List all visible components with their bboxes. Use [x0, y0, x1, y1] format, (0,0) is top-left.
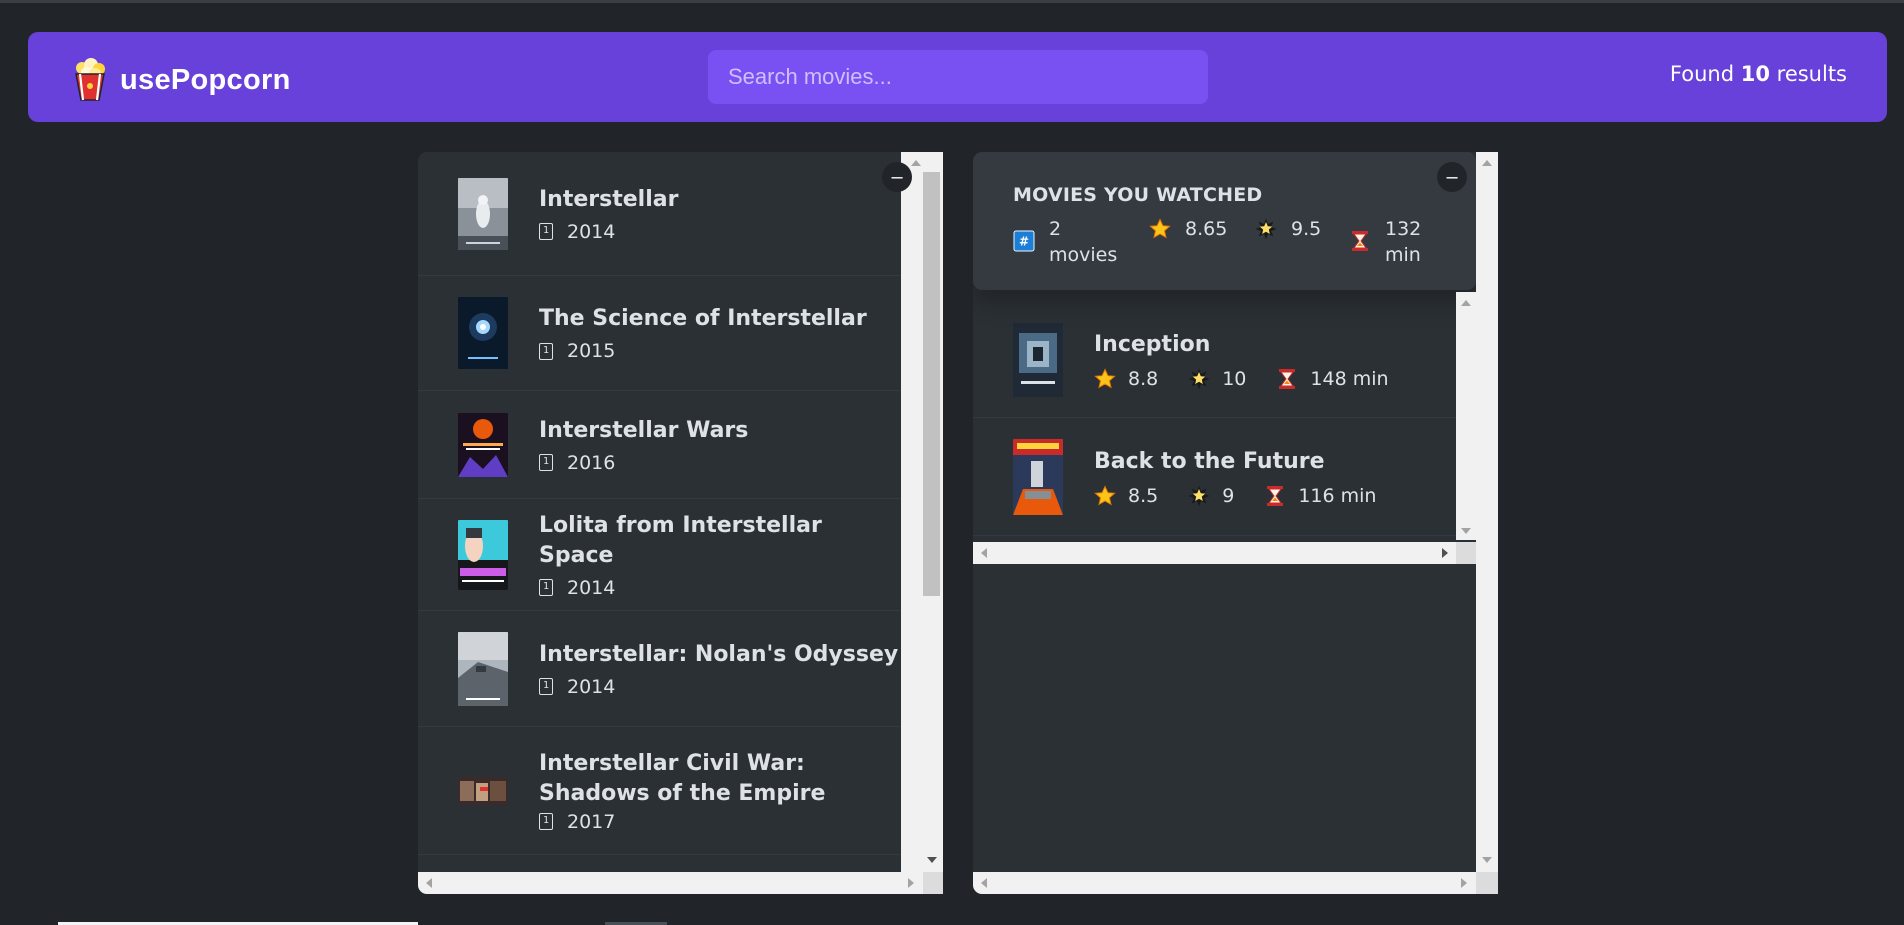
results-number: 10: [1740, 62, 1770, 86]
list-item[interactable]: Interstellar Wars 1 2016: [418, 391, 901, 499]
watched-box: – MOVIES YOU WATCHED # 2 movies 8.65 9.5: [973, 152, 1498, 894]
window-top-border: [0, 0, 1904, 3]
hash-icon: #: [1013, 230, 1035, 252]
watched-list-vertical-scrollbar[interactable]: [1456, 292, 1476, 540]
collapse-watched-button[interactable]: –: [1437, 162, 1467, 192]
hourglass-icon: [1352, 231, 1368, 251]
movie-title: Interstellar Civil War: Shadows of the E…: [539, 750, 826, 806]
list-item[interactable]: Lolita from Interstellar Space 1 2014: [418, 499, 901, 611]
list-item[interactable]: Interstellar: Nolan's Odyssey 1 2014: [418, 611, 901, 727]
scroll-up-arrow[interactable]: [911, 160, 921, 166]
scroll-left-arrow[interactable]: [981, 878, 987, 888]
movie-poster: [458, 412, 508, 477]
star-icon: [1149, 218, 1171, 239]
scrollbar-thumb[interactable]: [923, 172, 940, 596]
movie-title: The Science of Interstellar: [539, 306, 867, 331]
glowing-star-icon: [1188, 485, 1210, 506]
scroll-down-arrow[interactable]: [1461, 528, 1471, 534]
list-item[interactable]: The Science of Interstellar 1 2015: [418, 276, 901, 391]
movie-poster: [458, 177, 508, 250]
summary-user-rating: 9.5: [1255, 216, 1321, 242]
scroll-up-arrow[interactable]: [1482, 160, 1492, 166]
summary-num-movies: # 2 movies: [1013, 216, 1123, 268]
movie-year: 2014: [567, 220, 616, 243]
star-icon: [1094, 367, 1116, 388]
movie-year: 2017: [567, 810, 616, 833]
watched-box-horizontal-scrollbar[interactable]: [973, 872, 1476, 894]
calendar-icon: 1: [539, 678, 553, 695]
movie-poster: [458, 297, 508, 369]
scroll-right-arrow[interactable]: [1442, 548, 1448, 558]
navbar: usePopcorn Found 10 results: [28, 32, 1887, 122]
scroll-right-arrow[interactable]: [1461, 878, 1467, 888]
movie-title: Back to the Future: [1094, 448, 1325, 474]
movie-poster: [458, 519, 508, 590]
movie-title: Inception: [1094, 331, 1211, 357]
list-item[interactable]: Back to the Future 8.5 9 116 min: [973, 418, 1456, 536]
list-item[interactable]: Interstellar Civil War: Shadows of the E…: [418, 727, 901, 855]
imdb-rating: 8.5: [1094, 485, 1158, 507]
runtime: 148 min: [1276, 368, 1389, 390]
movie-title: Interstellar Wars: [539, 417, 749, 443]
summary-runtime: 132 min: [1349, 216, 1429, 268]
user-rating: 9: [1188, 485, 1234, 507]
search-results-box: – Interstellar 1 2014 The Science of Int…: [418, 152, 943, 894]
movie-year: 2014: [567, 675, 616, 698]
user-rating: 10: [1188, 368, 1246, 390]
movie-title: Interstellar: [539, 186, 679, 212]
results-vertical-scrollbar[interactable]: [901, 152, 943, 872]
movie-poster: [1013, 322, 1063, 397]
app-name: usePopcorn: [120, 63, 291, 96]
search-input[interactable]: [708, 50, 1208, 104]
glowing-star-icon: [1188, 368, 1210, 389]
watched-summary: MOVIES YOU WATCHED # 2 movies 8.65 9.5 1…: [973, 152, 1476, 290]
hourglass-icon: [1279, 368, 1296, 389]
scrollbar-corner: [1476, 872, 1498, 894]
results-horizontal-scrollbar[interactable]: [418, 872, 923, 894]
calendar-icon: 1: [539, 813, 553, 830]
watched-list-horizontal-scrollbar[interactable]: [973, 542, 1456, 564]
results-count: Found 10 results: [1670, 62, 1847, 86]
popcorn-icon: [75, 58, 105, 101]
scroll-down-arrow[interactable]: [927, 857, 937, 863]
movie-poster: [458, 776, 508, 805]
summary-imdb-rating: 8.65: [1149, 216, 1227, 242]
glowing-star-icon: [1255, 218, 1277, 240]
scroll-up-arrow[interactable]: [1461, 300, 1471, 306]
collapse-results-button[interactable]: –: [882, 162, 912, 192]
scroll-right-arrow[interactable]: [908, 878, 914, 888]
movie-poster: [458, 631, 508, 706]
movie-list: Interstellar 1 2014 The Science of Inters…: [418, 152, 901, 855]
watched-list: Inception 8.8 10 148 min Back to the Fut…: [973, 302, 1456, 536]
calendar-icon: 1: [539, 223, 553, 240]
results-suffix: results: [1776, 62, 1847, 86]
calendar-icon: 1: [539, 342, 553, 360]
scroll-left-arrow[interactable]: [981, 548, 987, 558]
logo: usePopcorn: [72, 58, 291, 102]
scroll-down-arrow[interactable]: [1482, 857, 1492, 863]
results-prefix: Found: [1669, 62, 1735, 86]
movie-year: 2015: [567, 340, 616, 362]
watched-box-vertical-scrollbar[interactable]: [1476, 152, 1498, 872]
calendar-icon: 1: [539, 454, 553, 471]
hourglass-icon: [1267, 485, 1284, 506]
runtime: 116 min: [1264, 485, 1376, 507]
movie-year: 2016: [567, 451, 616, 474]
calendar-icon: 1: [539, 579, 553, 596]
svg-text:#: #: [1019, 235, 1029, 249]
scroll-left-arrow[interactable]: [426, 878, 432, 888]
imdb-rating: 8.8: [1094, 368, 1158, 390]
movie-year: 2014: [567, 576, 616, 599]
list-item[interactable]: Inception 8.8 10 148 min: [973, 302, 1456, 418]
star-icon: [1094, 484, 1116, 505]
movie-poster: [1013, 438, 1063, 515]
movie-title: Interstellar: Nolan's Odyssey: [539, 641, 899, 667]
scrollbar-corner: [1456, 542, 1476, 564]
movie-title: Lolita from Interstellar Space: [539, 512, 822, 568]
scrollbar-corner: [923, 872, 943, 894]
list-item[interactable]: Interstellar 1 2014: [418, 152, 901, 276]
summary-title: MOVIES YOU WATCHED: [1013, 184, 1263, 206]
